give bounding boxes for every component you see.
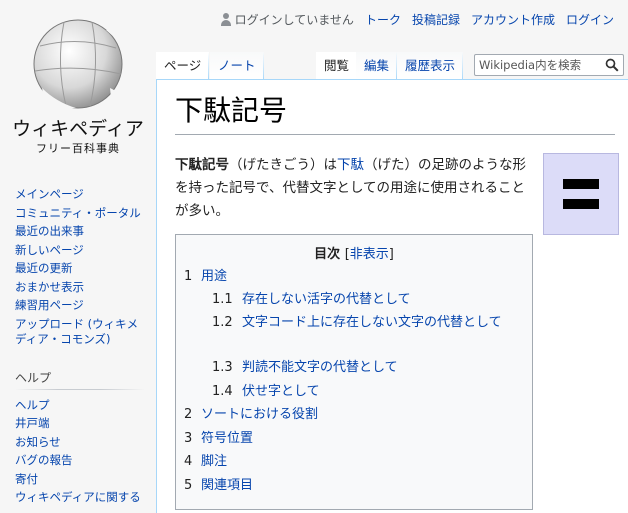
sidebar-item-upload[interactable]: アップロード (ウィキメディア・コモンズ) xyxy=(15,317,138,346)
toc-item-footnotes[interactable]: 4 脚注 xyxy=(176,451,227,473)
not-logged-in-status: ログインしていません xyxy=(220,11,354,28)
navigation-menu: メインページ コミュニティ・ポータル 最近の出来事 新しいページ 最近の更新 お… xyxy=(15,187,145,347)
toc-item-code-point[interactable]: 3 符号位置 xyxy=(176,428,253,450)
tab-read[interactable]: 閲覧 xyxy=(316,52,358,80)
create-account-link[interactable]: アカウント作成 xyxy=(471,11,555,28)
sidebar-item-bug-report[interactable]: バグの報告 xyxy=(15,453,73,467)
wordmark: ウィキペディア xyxy=(12,118,144,140)
tab-edit[interactable]: 編集 xyxy=(356,52,398,80)
toc-item-missing-charcode[interactable]: 1.2 文字コード上に存在しない文字の代替として xyxy=(176,312,517,334)
sidebar-item-donate[interactable]: 寄付 xyxy=(15,472,38,486)
toc-title: 目次 [非表示] xyxy=(176,243,532,262)
personal-tools: ログインしていません トーク 投稿記録 アカウント作成 ログイン xyxy=(220,9,614,29)
table-of-contents: 目次 [非表示] 1 用途 1.1 存在しない活字の代替として 1.2 文字コード上に… xyxy=(175,234,533,510)
lead-paragraph: 下駄記号（げたきごう）は下駄（げた）の足跡のような形を持った記号で、代替文字とし… xyxy=(175,154,527,223)
help-section-title: ヘルプ xyxy=(15,370,145,390)
help-menu: ヘルプ 井戸端 お知らせ バグの報告 寄付 ウィキペディアに関する xyxy=(15,398,145,506)
sidebar-item-sandbox[interactable]: 練習用ページ xyxy=(15,298,84,312)
sidebar-item-random[interactable]: おまかせ表示 xyxy=(15,280,84,294)
geta-link[interactable]: 下駄 xyxy=(337,157,364,173)
toc-toggle: [非表示] xyxy=(344,247,394,262)
main-content: 下駄記号 下駄記号（げたきごう）は下駄（げた）の足跡のような形を持った記号で、代… xyxy=(156,79,628,513)
lead-text-1: （げたきごう）は xyxy=(229,157,337,173)
sidebar-item-recent-changes[interactable]: 最近の更新 xyxy=(15,261,73,275)
not-logged-in-label: ログインしていません xyxy=(234,12,354,27)
toc-item-related[interactable]: 5 関連項目 xyxy=(176,475,253,497)
sidebar-item-current-events[interactable]: 最近の出来事 xyxy=(15,224,84,238)
talk-link[interactable]: トーク xyxy=(365,11,401,28)
sidebar-item-village-pump[interactable]: 井戸端 xyxy=(15,416,50,430)
lead-bold-term: 下駄記号 xyxy=(175,157,229,173)
user-icon xyxy=(220,12,232,26)
sidebar-item-about[interactable]: ウィキペディアに関する xyxy=(15,490,141,504)
sidebar-item-new-pages[interactable]: 新しいページ xyxy=(15,243,84,257)
toc-hide-link[interactable]: 非表示 xyxy=(350,247,389,262)
login-link[interactable]: ログイン xyxy=(566,11,614,28)
search-input[interactable] xyxy=(479,57,597,73)
toc-item-censor[interactable]: 1.4 伏せ字として xyxy=(176,381,517,403)
sidebar-item-notices[interactable]: お知らせ xyxy=(15,435,61,449)
sidebar-item-community-portal[interactable]: コミュニティ・ポータル xyxy=(15,206,141,220)
tab-page[interactable]: ページ xyxy=(156,52,210,80)
geta-symbol-bar-top xyxy=(563,179,599,189)
toc-title-text: 目次 xyxy=(314,247,341,262)
sidebar-item-main-page[interactable]: メインページ xyxy=(15,187,84,201)
sidebar: メインページ コミュニティ・ポータル 最近の出来事 新しいページ 最近の更新 お… xyxy=(15,187,145,509)
geta-symbol-image xyxy=(543,153,619,235)
search-icon[interactable] xyxy=(605,58,619,72)
tab-history[interactable]: 履歴表示 xyxy=(397,52,464,80)
page-title: 下駄記号 xyxy=(175,94,615,135)
geta-symbol-bar-bottom xyxy=(563,199,599,209)
toc-item-sorting[interactable]: 2 ソートにおける役割 xyxy=(176,404,318,426)
sidebar-item-help[interactable]: ヘルプ xyxy=(15,398,50,412)
tab-talk[interactable]: ノート xyxy=(210,52,264,80)
search-box xyxy=(474,54,624,76)
wikipedia-logo[interactable]: ウィキペディア フリー百科事典 xyxy=(0,0,156,160)
toc-item-missing-type[interactable]: 1.1 存在しない活字の代替として xyxy=(176,289,517,311)
contributions-link[interactable]: 投稿記録 xyxy=(412,11,460,28)
toc-item-illegible[interactable]: 1.3 判読不能文字の代替として xyxy=(176,357,517,379)
tagline: フリー百科事典 xyxy=(36,142,120,155)
toc-item-usage[interactable]: 1 用途 xyxy=(176,266,227,288)
puzzle-globe-icon xyxy=(33,19,126,109)
